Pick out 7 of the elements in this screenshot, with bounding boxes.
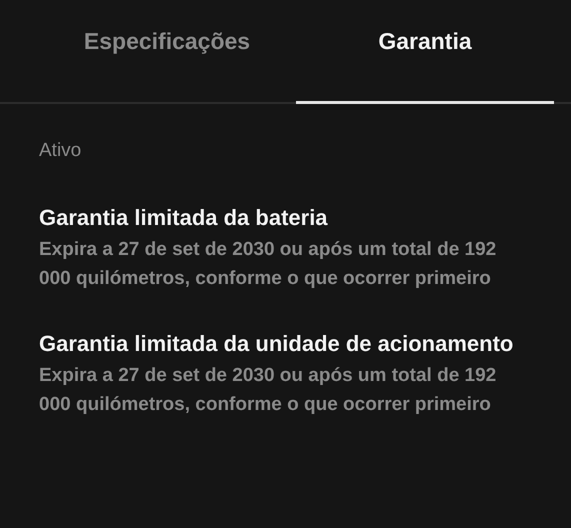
warranty-title: Garantia limitada da bateria bbox=[39, 204, 329, 232]
warranty-description: Expira a 27 de set de 2030 ou após um total de 192 000 quilómetros, conforme o que ocorrer primeiro bbox=[39, 238, 498, 290]
tab[interactable]: Garantia bbox=[296, 0, 554, 104]
tab[interactable]: Especificações bbox=[38, 0, 296, 104]
warranty-title: Garantia limitada da unidade de acionamento bbox=[39, 330, 514, 358]
section-heading: Ativo bbox=[39, 140, 82, 162]
warranty-description: Expira a 27 de set de 2030 ou após um total de 192 000 quilómetros, conforme o que ocorrer primeiro bbox=[39, 364, 498, 416]
